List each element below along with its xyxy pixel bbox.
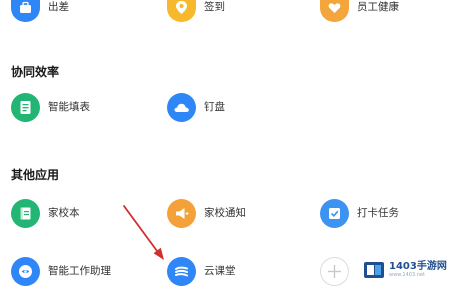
app-sign-in[interactable]: 签到	[167, 0, 225, 22]
app-home-school-notice[interactable]: 家校通知	[167, 198, 246, 228]
app-employee-health[interactable]: 员工健康	[320, 0, 399, 22]
section-title-other-apps: 其他应用	[11, 168, 60, 182]
app-smart-form[interactable]: 智能填表	[11, 92, 90, 122]
app-label: 智能工作助理	[48, 265, 111, 277]
app-label: 员工健康	[357, 1, 399, 13]
section-title-collaboration: 协同效率	[11, 65, 60, 79]
app-label: 智能填表	[48, 101, 90, 113]
watermark-url: www.1403.net	[389, 272, 425, 278]
app-label: 云课堂	[204, 265, 236, 277]
checkin-task-icon	[320, 198, 349, 228]
app-ding-disk[interactable]: 钉盘	[167, 92, 225, 122]
plus-icon	[320, 256, 349, 286]
cloud-classroom-icon	[167, 256, 196, 286]
megaphone-icon	[167, 198, 196, 228]
notebook-icon	[11, 198, 40, 228]
add-app-button[interactable]	[320, 256, 349, 286]
suitcase-icon	[11, 0, 40, 22]
app-label: 家校本	[48, 207, 80, 219]
assistant-bot-icon	[11, 256, 40, 286]
annotation-arrow	[123, 205, 164, 260]
app-smart-work-assistant[interactable]: 智能工作助理	[11, 256, 111, 286]
app-label: 出差	[48, 1, 69, 13]
watermark-logo: 1403手游网 www.1403.net	[363, 256, 447, 284]
form-icon	[11, 92, 40, 122]
watermark-icon	[363, 259, 385, 281]
app-label: 家校通知	[204, 207, 246, 219]
heart-shield-icon	[320, 0, 349, 22]
app-label: 签到	[204, 1, 225, 13]
app-cloud-classroom[interactable]: 云课堂	[167, 256, 236, 286]
watermark-name: 1403手游网	[389, 261, 447, 272]
app-home-school-book[interactable]: 家校本	[11, 198, 80, 228]
app-label: 打卡任务	[357, 207, 399, 219]
app-label: 钉盘	[204, 101, 225, 113]
cloud-icon	[167, 92, 196, 122]
location-pin-icon	[167, 0, 196, 22]
app-checkin-task[interactable]: 打卡任务	[320, 198, 399, 228]
app-business-trip[interactable]: 出差	[11, 0, 69, 22]
